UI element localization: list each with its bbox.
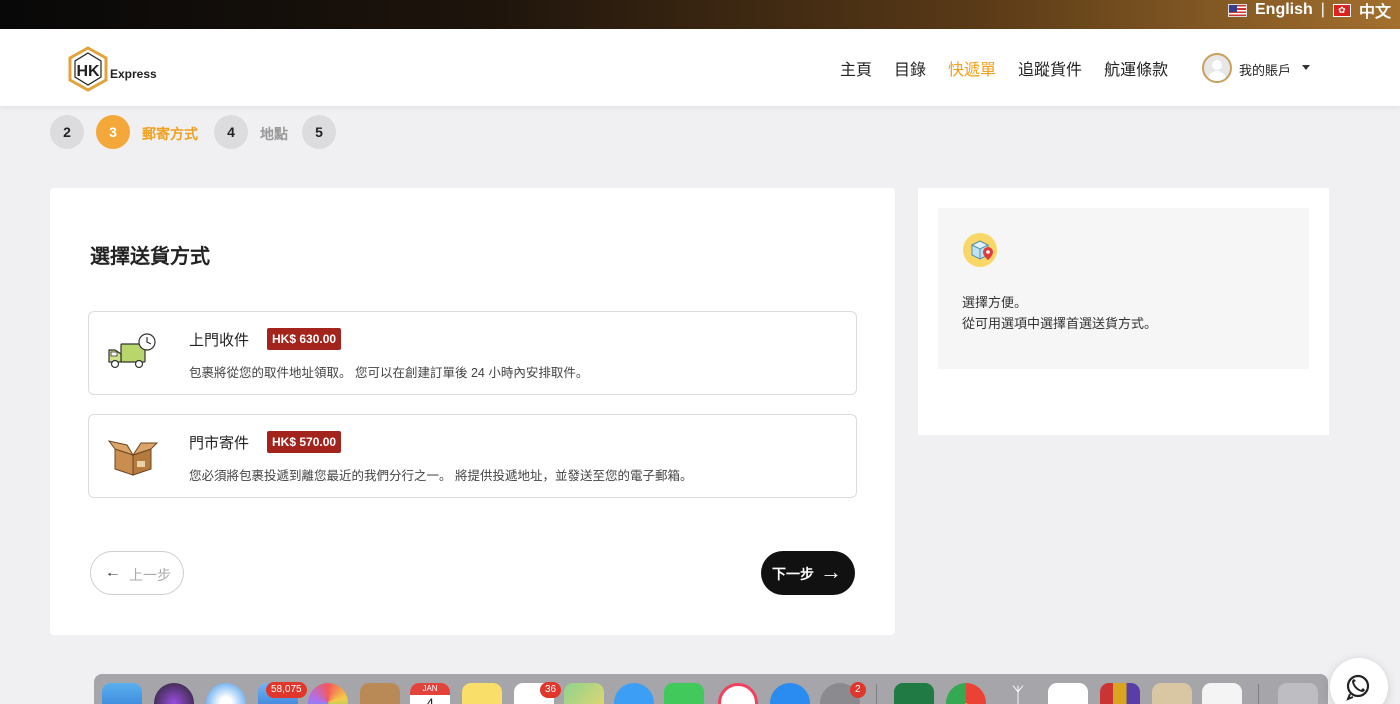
language-switcher: English | ✿ 中文: [1228, 0, 1391, 22]
option-store-dropoff[interactable]: 門市寄件 HK$ 570.00 您必須將包裹投遞到離您最近的我們分行之一。 將提…: [88, 414, 857, 498]
delivery-truck-icon: [108, 333, 156, 369]
info-card: 選擇方便。 從可用選項中選擇首選送貨方式。: [918, 188, 1329, 435]
app-store-icon[interactable]: [770, 683, 810, 704]
step-5[interactable]: 5: [302, 115, 336, 149]
calendar-day: 4: [426, 695, 434, 704]
logo-text: Express: [110, 67, 157, 81]
site-header: HK Express 主頁 目錄 快遞單 追蹤貨件 航運條款 我的賬戶: [0, 29, 1400, 106]
nav-catalog[interactable]: 目錄: [894, 56, 926, 80]
trash-icon[interactable]: [1278, 683, 1318, 704]
next-step-label: 下一步: [772, 566, 814, 582]
hk-flag-icon: ✿: [1332, 3, 1351, 17]
price-badge: HK$ 630.00: [267, 328, 342, 350]
arrow-left-icon: 🠐: [107, 567, 119, 582]
facetime-icon[interactable]: [664, 683, 704, 704]
chrome-icon[interactable]: [946, 683, 986, 704]
preview-icon[interactable]: [1152, 683, 1192, 704]
maps-icon[interactable]: [564, 683, 604, 704]
nav-track-shipment[interactable]: 追蹤貨件: [1018, 56, 1082, 80]
delivery-method-card: 選擇送貨方式 上門收件 HK$ 630.00 包裹將從您的取件地址領取。 您可以…: [50, 188, 895, 635]
nav-shipping-terms[interactable]: 航運條款: [1104, 56, 1168, 80]
text-edit-icon[interactable]: [1202, 683, 1242, 704]
previous-step-label: 上一步: [129, 567, 171, 583]
safari-icon[interactable]: [206, 683, 246, 704]
whatsapp-icon: [1346, 674, 1370, 701]
arrow-right-icon: →: [820, 559, 842, 584]
option-description: 包裹將從您的取件地址領取。 您可以在創建訂單後 24 小時內安排取件。: [189, 366, 589, 380]
siri-icon[interactable]: [154, 683, 194, 704]
step-2[interactable]: 2: [50, 115, 84, 149]
page-title: 選擇送貨方式: [90, 246, 210, 268]
nav-home[interactable]: 主頁: [840, 56, 872, 80]
chinese-link[interactable]: 中文: [1359, 0, 1391, 22]
language-separator: |: [1320, 1, 1325, 18]
user-avatar-icon[interactable]: [1202, 53, 1232, 83]
system-preferences-badge: 2: [850, 682, 866, 698]
package-location-icon: [963, 233, 997, 267]
step-3[interactable]: 3: [96, 115, 130, 149]
stickies-icon[interactable]: [462, 683, 502, 704]
finder-icon[interactable]: [102, 683, 142, 704]
music-icon[interactable]: [718, 683, 758, 704]
word-icon[interactable]: [1048, 683, 1088, 704]
language-bar: English | ✿ 中文: [0, 0, 1400, 29]
previous-step-button[interactable]: 🠐 上一步: [90, 551, 184, 595]
step-4-label: 地點: [260, 126, 288, 142]
my-account-menu[interactable]: 我的賬戶: [1239, 60, 1291, 79]
photos-icon[interactable]: [308, 683, 348, 704]
info-line-2: 從可用選項中選擇首選送貨方式。: [962, 316, 1158, 331]
calendar-month: JAN: [410, 683, 450, 695]
price-badge: HK$ 570.00: [267, 431, 342, 453]
info-line-1: 選擇方便。: [962, 295, 1028, 310]
step-4[interactable]: 4: [214, 115, 248, 149]
bluetooth-icon[interactable]: ᛉ: [998, 683, 1038, 704]
messages-blue-icon[interactable]: [614, 683, 654, 704]
option-title: 門市寄件: [189, 435, 250, 452]
next-step-button[interactable]: 下一步 →: [761, 551, 855, 595]
calendar-icon[interactable]: JAN 4: [410, 683, 450, 704]
svg-text:HK: HK: [76, 63, 100, 80]
nav-shipment-order[interactable]: 快遞單: [948, 56, 996, 80]
winrar-icon[interactable]: [1100, 683, 1140, 704]
chevron-down-icon[interactable]: [1302, 65, 1310, 70]
notes-brown-icon[interactable]: [360, 683, 400, 704]
mail-badge: 58,075: [266, 682, 307, 698]
us-flag-icon: [1228, 3, 1247, 17]
option-description: 您必須將包裹投遞到離您最近的我們分行之一。 將提供投遞地址，並發送至您的電子郵箱…: [189, 469, 693, 483]
option-pickup[interactable]: 上門收件 HK$ 630.00 包裹將從您的取件地址領取。 您可以在創建訂單後 …: [88, 311, 857, 395]
english-link[interactable]: English: [1255, 1, 1313, 19]
whatsapp-chat-button[interactable]: [1330, 658, 1388, 704]
dock-divider: [1258, 684, 1259, 704]
main-nav: 主頁 目錄 快遞單 追蹤貨件 航運條款: [840, 29, 1168, 106]
excel-icon[interactable]: [894, 683, 934, 704]
step-3-label: 郵寄方式: [142, 126, 198, 142]
dock-divider: [876, 684, 877, 704]
cardboard-box-icon: [107, 440, 159, 476]
reminders-badge: 36: [540, 682, 562, 698]
info-panel: 選擇方便。 從可用選項中選擇首選送貨方式。: [938, 208, 1309, 369]
option-title: 上門收件: [189, 332, 250, 349]
